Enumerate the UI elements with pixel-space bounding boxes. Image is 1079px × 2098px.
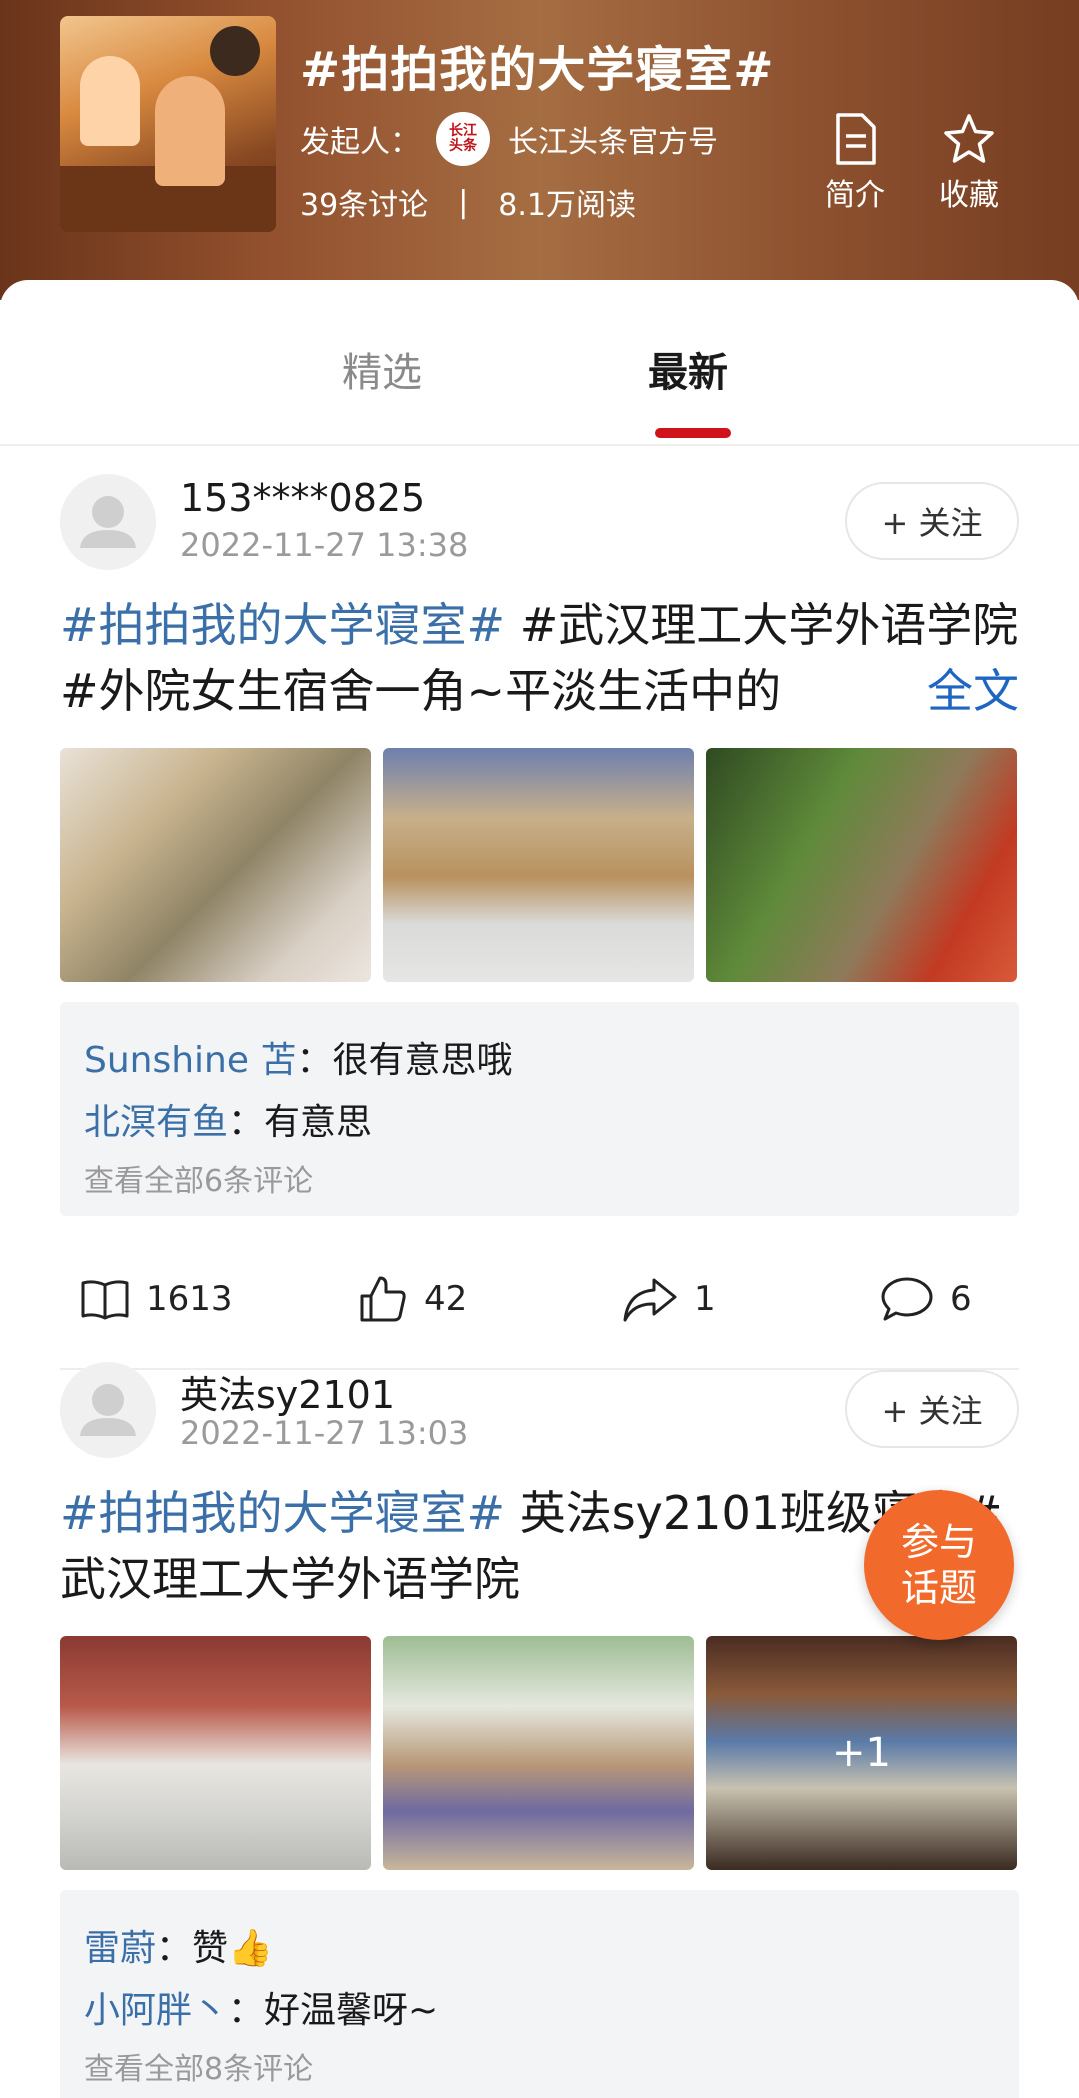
post-image[interactable] xyxy=(383,748,694,982)
comment-separator: ： xyxy=(296,1040,333,1081)
like-count: 42 xyxy=(424,1279,468,1319)
more-photos-count: +1 xyxy=(832,1730,891,1776)
follow-button[interactable]: + 关注 xyxy=(845,482,1019,560)
intro-label: 简介 xyxy=(825,178,885,213)
discussion-count: 39条讨论 xyxy=(300,188,429,223)
post-action-bar: 1613 42 1 6 xyxy=(60,1254,1019,1344)
join-label-line1: 参与 xyxy=(900,1520,977,1564)
comment-separator: ： xyxy=(156,1928,193,1969)
comment-text: 赞👍 xyxy=(192,1928,273,1969)
post-topic-tag[interactable]: #拍拍我的大学寝室# xyxy=(60,1486,505,1540)
post-text[interactable]: #拍拍我的大学寝室# #武汉理工大学外语学院#外院女生宿舍一角~平淡生活中的 xyxy=(60,592,1019,724)
topic-cover-image xyxy=(60,16,276,232)
like-button[interactable]: 42 xyxy=(358,1254,467,1344)
thumbs-up-icon xyxy=(360,1276,406,1322)
user-placeholder-icon xyxy=(80,496,136,548)
tab-latest[interactable]: 最新 xyxy=(648,340,728,398)
tab-bar: 精选 最新 xyxy=(0,280,1079,446)
comment-item: 雷蔚：赞👍 xyxy=(84,1918,995,1980)
document-icon xyxy=(836,113,876,165)
post-username[interactable]: 153****0825 xyxy=(180,476,425,520)
read-count: 8.1万阅读 xyxy=(498,188,637,223)
read-full-link[interactable]: 全文 xyxy=(881,658,1019,724)
star-icon xyxy=(944,114,994,163)
post-time: 2022-11-27 13:38 xyxy=(180,526,469,564)
post-image[interactable]: +1 xyxy=(706,1636,1017,1870)
comment-button[interactable]: 6 xyxy=(880,1254,972,1344)
post-username[interactable]: 英法sy2101 xyxy=(180,1364,395,1419)
favorite-button[interactable]: 收藏 xyxy=(924,112,1014,214)
comment-preview[interactable]: 雷蔚：赞👍 小阿胖丶：好温馨呀~ 查看全部8条评论 xyxy=(60,1890,1019,2098)
post-card: 英法sy2101 2022-11-27 13:03 + 关注 #拍拍我的大学寝室… xyxy=(60,1362,1019,2098)
tab-featured[interactable]: 精选 xyxy=(342,340,422,398)
favorite-label: 收藏 xyxy=(939,178,999,213)
avatar[interactable] xyxy=(60,474,156,570)
active-tab-indicator xyxy=(655,428,731,438)
share-count: 1 xyxy=(694,1279,716,1319)
join-topic-button[interactable]: 参与 话题 xyxy=(864,1490,1014,1640)
content-sheet: 精选 最新 153****0825 2022-11-27 13:38 + 关注 … xyxy=(0,280,1079,2098)
comment-author[interactable]: 小阿胖丶 xyxy=(84,1990,228,2031)
comment-text: 有意思 xyxy=(264,1102,373,1143)
join-label-line2: 话题 xyxy=(900,1566,977,1610)
post-card: 153****0825 2022-11-27 13:38 + 关注 #拍拍我的大… xyxy=(60,474,1019,1374)
book-icon xyxy=(81,1280,129,1320)
post-images: +1 xyxy=(60,1636,1019,1870)
comment-item: 北溟有鱼：有意思 xyxy=(84,1092,995,1154)
comment-item: 小阿胖丶：好温馨呀~ xyxy=(84,1980,995,2042)
post-topic-tag[interactable]: #拍拍我的大学寝室# xyxy=(60,598,505,652)
post-image[interactable] xyxy=(60,748,371,982)
read-count-value: 1613 xyxy=(146,1279,233,1319)
topic-header: #拍拍我的大学寝室# 发起人： 长江 头条 长江头条官方号 39条讨论 | 8.1… xyxy=(0,0,1079,300)
comment-text: 很有意思哦 xyxy=(332,1040,513,1081)
comment-bubble-icon xyxy=(881,1277,933,1321)
comment-item: Sunshine 苫：很有意思哦 xyxy=(84,1030,995,1092)
comment-author[interactable]: Sunshine 苫 xyxy=(84,1040,296,1081)
comment-author[interactable]: 北溟有鱼 xyxy=(84,1102,228,1143)
stats-separator: | xyxy=(458,184,469,220)
user-placeholder-icon xyxy=(80,1384,136,1436)
share-arrow-icon xyxy=(623,1278,677,1322)
post-image[interactable] xyxy=(706,748,1017,982)
sponsor-row: 发起人： 长江 头条 长江头条官方号 xyxy=(300,112,718,166)
follow-button[interactable]: + 关注 xyxy=(845,1370,1019,1448)
post-time: 2022-11-27 13:03 xyxy=(180,1414,469,1452)
sponsor-name[interactable]: 长江头条官方号 xyxy=(508,117,718,161)
comment-preview[interactable]: Sunshine 苫：很有意思哦 北溟有鱼：有意思 查看全部6条评论 xyxy=(60,1002,1019,1216)
sponsor-logo[interactable]: 长江 头条 xyxy=(436,112,490,166)
comment-separator: ： xyxy=(228,1102,265,1143)
topic-title: #拍拍我的大学寝室# xyxy=(300,42,775,98)
topic-stats: 39条讨论 | 8.1万阅读 xyxy=(300,180,636,224)
comment-separator: ： xyxy=(228,1990,265,2031)
avatar[interactable] xyxy=(60,1362,156,1458)
comment-text: 好温馨呀~ xyxy=(264,1990,439,2031)
read-count-stat: 1613 xyxy=(80,1254,233,1344)
intro-button[interactable]: 简介 xyxy=(810,112,900,214)
view-all-comments-link[interactable]: 查看全部8条评论 xyxy=(84,2042,995,2098)
post-images xyxy=(60,748,1019,982)
post-image[interactable] xyxy=(60,1636,371,1870)
comment-author[interactable]: 雷蔚 xyxy=(84,1928,156,1969)
post-image[interactable] xyxy=(383,1636,694,1870)
view-all-comments-link[interactable]: 查看全部6条评论 xyxy=(84,1154,995,1210)
comment-count: 6 xyxy=(950,1279,972,1319)
share-button[interactable]: 1 xyxy=(622,1254,716,1344)
sponsor-label: 发起人： xyxy=(300,125,420,160)
